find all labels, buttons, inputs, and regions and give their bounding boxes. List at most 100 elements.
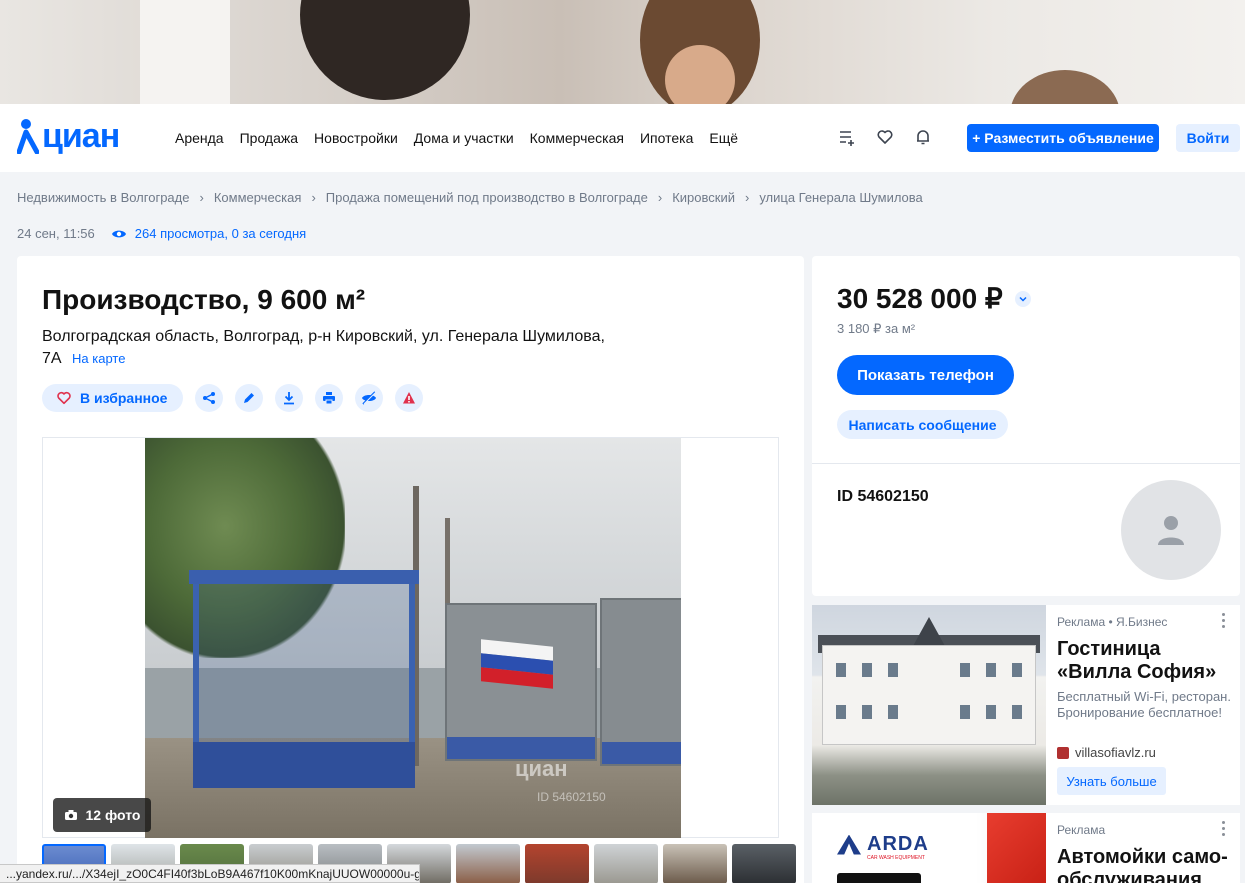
publish-date: 24 сен, 11:56: [17, 226, 95, 241]
photo-count-text: 12 фото: [85, 807, 141, 823]
warning-icon: [403, 392, 416, 404]
ad-house-window: [960, 705, 970, 719]
ad-house-window: [1012, 663, 1022, 677]
more-options-icon[interactable]: [1220, 821, 1226, 836]
main-photo[interactable]: циан ID 54602150: [145, 438, 681, 838]
breadcrumb-item[interactable]: Кировский: [672, 190, 735, 205]
photo-count-badge[interactable]: 12 фото: [53, 798, 151, 832]
ad-house: [822, 645, 1036, 745]
ad-house-window: [888, 705, 898, 719]
ad-block[interactable]: Реклама • Я.Бизнес Гостиница «Вилла Софи…: [812, 605, 1240, 805]
user-icon: [1158, 516, 1184, 545]
breadcrumb-item[interactable]: Недвижимость в Волгограде: [17, 190, 189, 205]
map-link[interactable]: На карте: [72, 351, 125, 366]
cian-logo[interactable]: циан: [16, 114, 120, 158]
note-button[interactable]: [235, 384, 264, 412]
ad-block[interactable]: ARDA CAR WASH EQUIPMENT Реклама Автомойк…: [812, 813, 1240, 883]
nav-item-sale[interactable]: Продажа: [240, 130, 298, 146]
share-button[interactable]: [195, 384, 224, 412]
heart-icon[interactable]: [876, 128, 894, 146]
address-line: Волгоградская область, Волгоград, р-н Ки…: [42, 328, 605, 345]
learn-more-button[interactable]: Узнать больше: [1057, 767, 1166, 795]
photo-booth-roof: [189, 570, 419, 584]
download-button[interactable]: [275, 384, 304, 412]
ad-text: Бесплатный Wi-Fi, ресторан. Бронирование…: [1057, 689, 1231, 720]
thumbnail[interactable]: [663, 844, 727, 883]
breadcrumb-item[interactable]: улица Генерала Шумилова: [759, 190, 922, 205]
show-phone-button[interactable]: Показать телефон: [837, 355, 1014, 395]
nav-item-commercial[interactable]: Коммерческая: [530, 130, 624, 146]
nav-item-new-buildings[interactable]: Новостройки: [314, 130, 398, 146]
heart-icon: [57, 391, 71, 405]
main-nav: Аренда Продажа Новостройки Дома и участк…: [175, 130, 738, 146]
ad-domain-text: villasofiavlz.ru: [1075, 745, 1156, 760]
report-button[interactable]: [395, 384, 424, 412]
chevron-down-icon[interactable]: [1014, 290, 1031, 307]
more-options-icon[interactable]: [1220, 613, 1226, 628]
thumbnail[interactable]: [594, 844, 658, 883]
divider: [812, 463, 1240, 464]
login-button[interactable]: Войти: [1176, 124, 1240, 152]
ad-house-window: [1012, 705, 1022, 719]
banner-shape: [1010, 70, 1120, 104]
ad-house-window: [986, 705, 996, 719]
nav-item-rent[interactable]: Аренда: [175, 130, 224, 146]
arda-logo-mark-icon: [837, 834, 861, 855]
banner-shape: [300, 0, 470, 100]
ad-house-window: [836, 663, 846, 677]
share-icon: [203, 392, 216, 404]
download-icon: [284, 392, 295, 405]
ad-label: Реклама: [1057, 823, 1106, 837]
ad-house-window: [986, 663, 996, 677]
write-message-button[interactable]: Написать сообщение: [837, 410, 1008, 439]
listing-address: Волгоградская область, Волгоград, р-н Ки…: [42, 326, 612, 370]
breadcrumb: Недвижимость в Волгограде › Коммерческая…: [17, 190, 923, 205]
chevron-right-icon: ›: [657, 190, 663, 205]
favorites-label: В избранное: [80, 390, 168, 406]
ad-decoration: [987, 813, 1046, 883]
breadcrumb-item[interactable]: Коммерческая: [214, 190, 302, 205]
photo-flag: [481, 639, 553, 689]
ad-title[interactable]: Автомойки само-обслуживания: [1057, 846, 1237, 883]
print-button[interactable]: [315, 384, 344, 412]
ad-house-window: [888, 663, 898, 677]
top-banner-image[interactable]: [0, 0, 1245, 104]
browser-status-bar: ...yandex.ru/.../X34ejI_zO0C4FI40f3bLoB9…: [0, 864, 420, 883]
ad-label: Реклама • Я.Бизнес: [1057, 615, 1168, 629]
chevron-right-icon: ›: [199, 190, 204, 205]
ad-image[interactable]: [812, 605, 1046, 805]
views-text: 264 просмотра, 0 за сегодня: [134, 226, 307, 241]
add-to-favorites-button[interactable]: В избранное: [42, 384, 184, 412]
logo-text: циан: [42, 116, 120, 155]
listing-id: ID 54602150: [837, 488, 929, 505]
arda-logo: ARDA CAR WASH EQUIPMENT: [837, 833, 929, 861]
ad-title[interactable]: Гостиница «Вилла София»: [1057, 638, 1235, 684]
ad-house-window: [862, 663, 872, 677]
nav-item-more[interactable]: Ещё: [709, 130, 738, 146]
thumbnail[interactable]: [732, 844, 796, 883]
photo-guard-booth: [189, 570, 419, 788]
compare-list-icon[interactable]: [838, 128, 856, 146]
nav-item-houses[interactable]: Дома и участки: [414, 130, 514, 146]
ad-image[interactable]: ARDA CAR WASH EQUIPMENT: [812, 813, 1046, 883]
hide-button[interactable]: [355, 384, 384, 412]
photo-gallery[interactable]: циан ID 54602150 12 фото: [42, 437, 779, 838]
listing-card: Производство, 9 600 м² Волгоградская обл…: [17, 256, 804, 883]
thumbnail[interactable]: [456, 844, 520, 883]
breadcrumb-item[interactable]: Продажа помещений под производство в Вол…: [326, 190, 648, 205]
location-pin-icon: [16, 118, 40, 155]
camera-icon: [64, 810, 77, 820]
ad-decoration: [837, 873, 921, 883]
price: 30 528 000 ₽: [837, 282, 1031, 315]
listing-actions: В избранное: [42, 384, 424, 412]
post-ad-button[interactable]: + Разместить объявление: [967, 124, 1159, 152]
avatar[interactable]: [1121, 480, 1221, 580]
ad-domain[interactable]: villasofiavlz.ru: [1057, 745, 1156, 760]
bell-icon[interactable]: [914, 128, 932, 146]
address-line: 7А: [42, 350, 62, 367]
views-counter[interactable]: 264 просмотра, 0 за сегодня: [111, 226, 306, 241]
listing-title: Производство, 9 600 м²: [42, 284, 366, 315]
price-card: 30 528 000 ₽ 3 180 ₽ за м² Показать теле…: [812, 256, 1240, 596]
nav-item-mortgage[interactable]: Ипотека: [640, 130, 693, 146]
thumbnail[interactable]: [525, 844, 589, 883]
